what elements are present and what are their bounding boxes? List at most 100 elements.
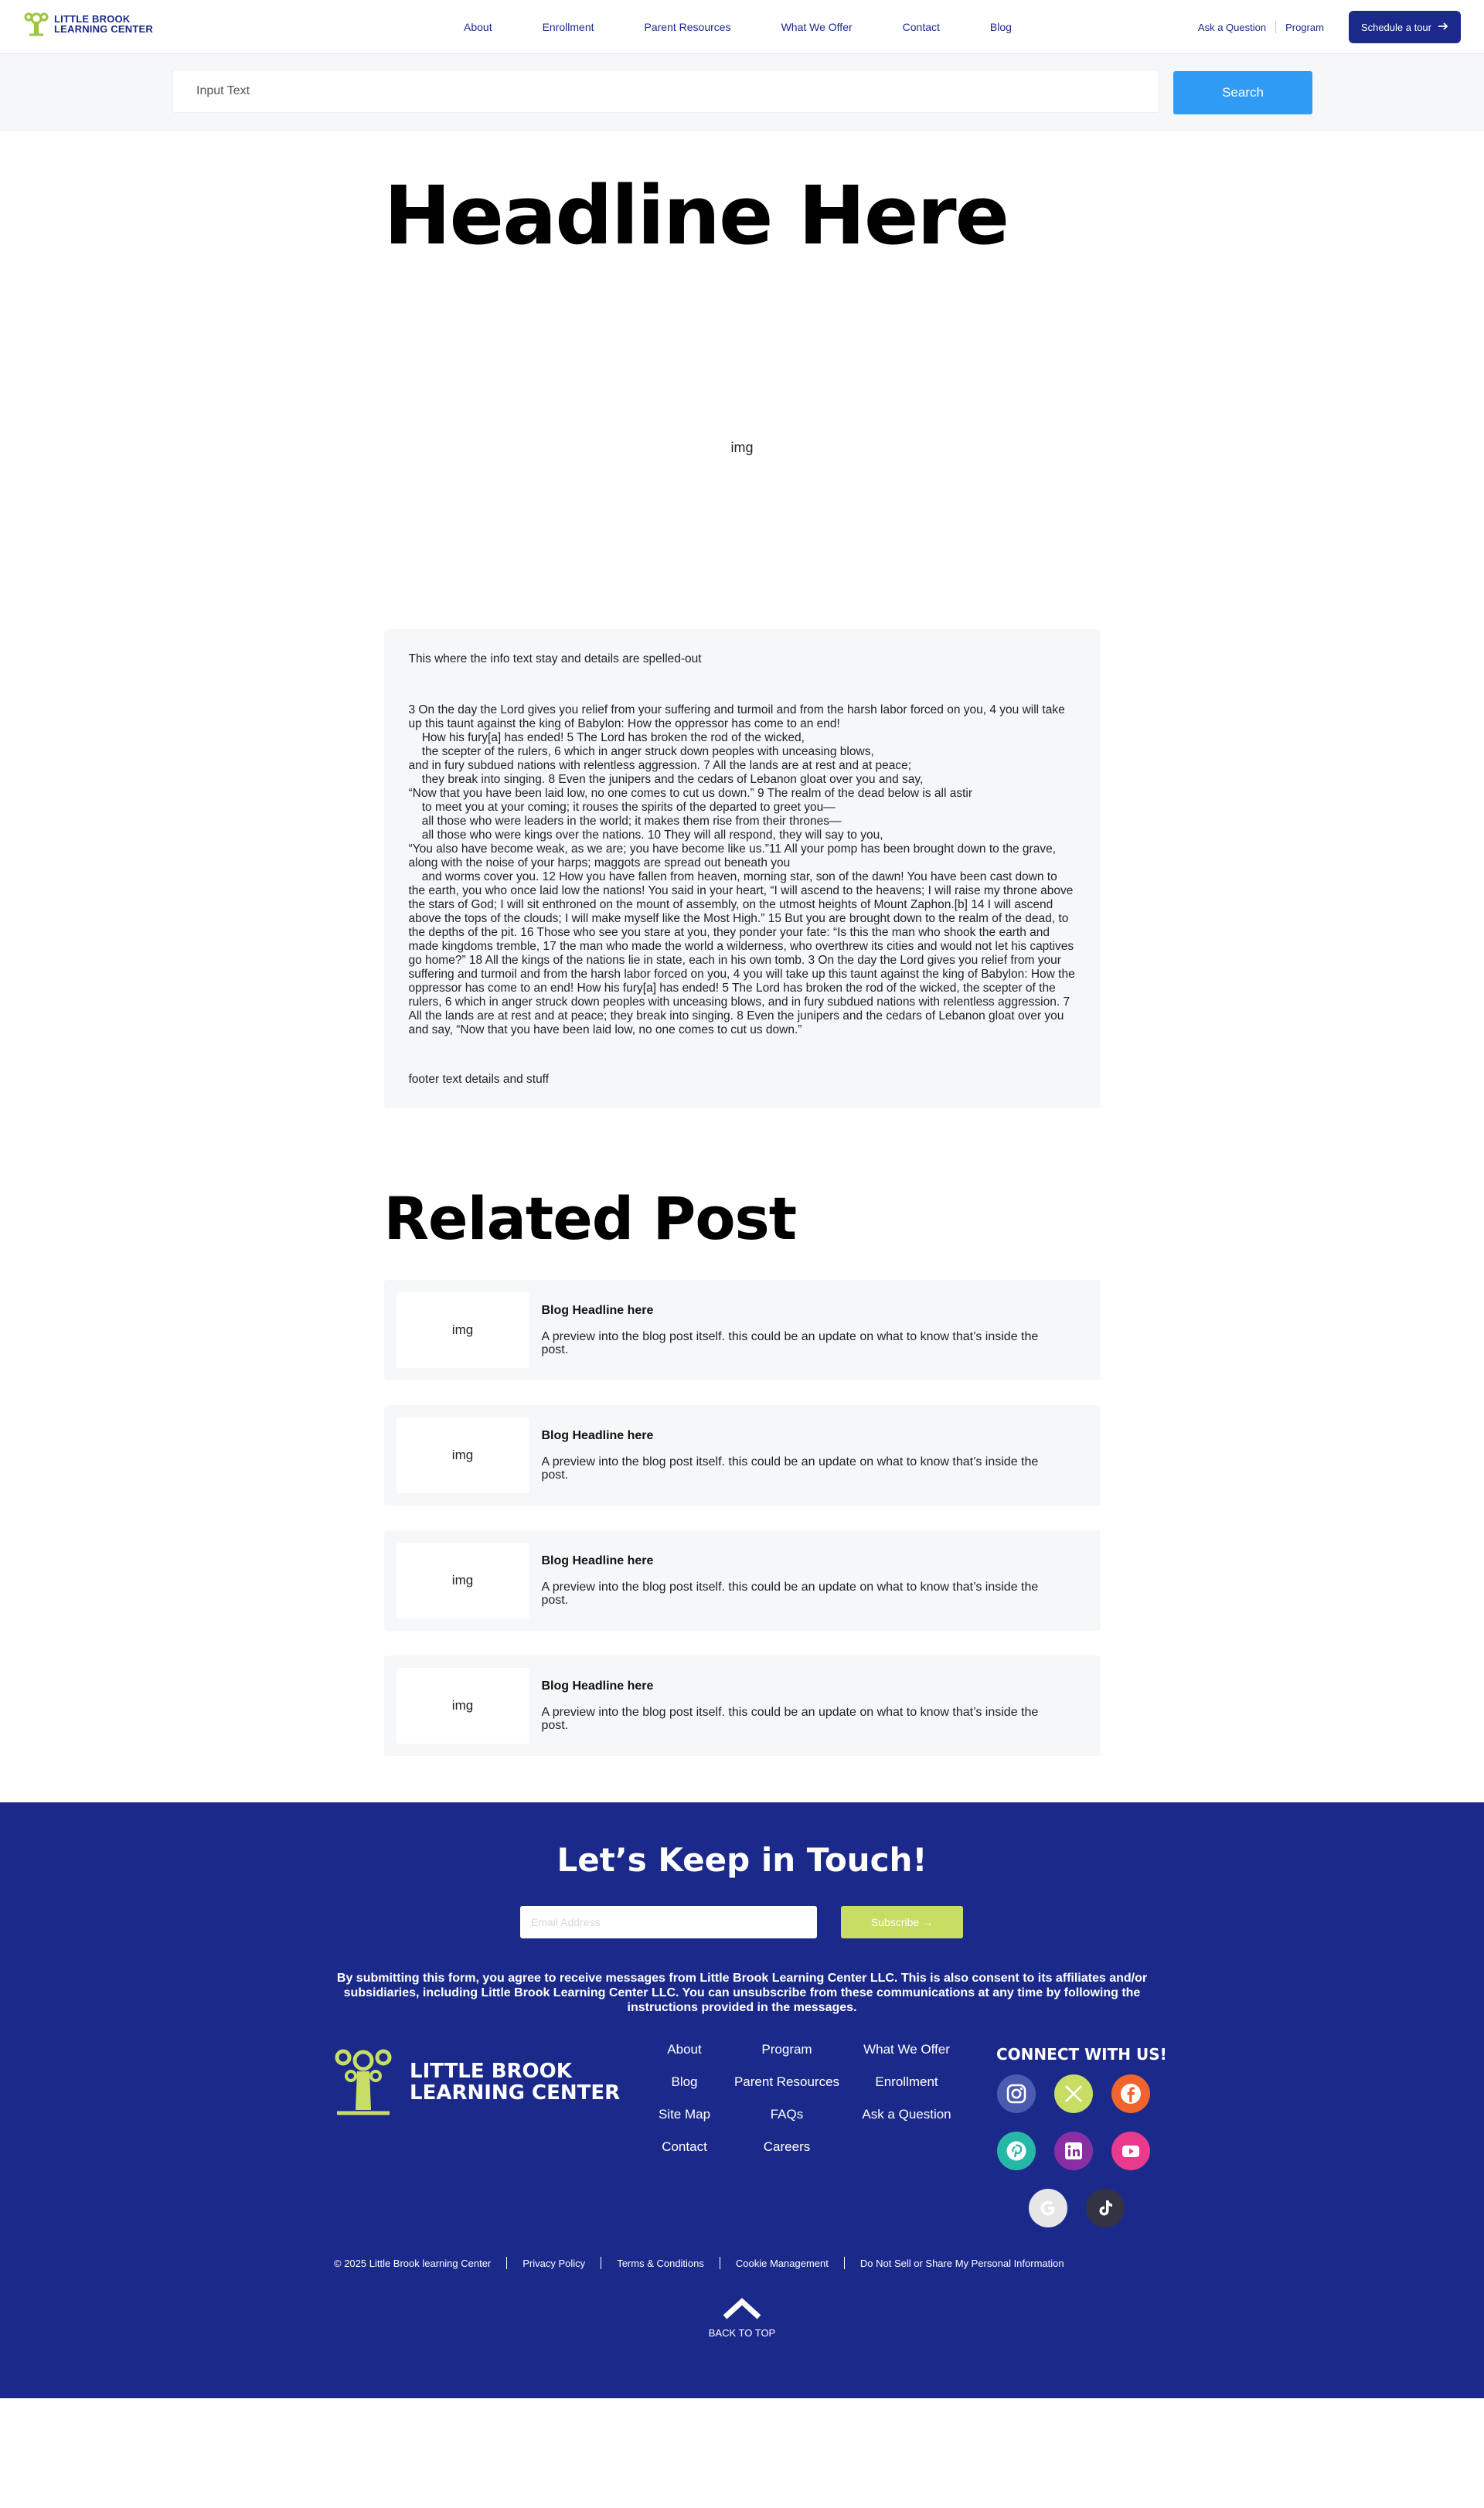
post-text: Blog Headline here A preview into the bl… — [542, 1429, 1052, 1482]
subscribe-button[interactable]: Subscribe → — [841, 1906, 963, 1938]
social-links — [997, 2074, 1156, 2246]
footer-logo-line-2: LEARNING CENTER — [410, 2081, 621, 2105]
terms-link[interactable]: Terms & Conditions — [617, 2258, 704, 2269]
nav-what-we-offer[interactable]: What We Offer — [781, 21, 853, 33]
related-post-card[interactable]: img Blog Headline here A preview into th… — [383, 1405, 1101, 1506]
related-post-card[interactable]: img Blog Headline here A preview into th… — [383, 1280, 1101, 1380]
arrow-right-icon: → — [922, 1916, 934, 1928]
footer-link-parent-resources[interactable]: Parent Resources — [721, 2074, 853, 2107]
post-description: A preview into the blog post itself. thi… — [541, 1706, 1039, 1732]
post-text: Blog Headline here A preview into the bl… — [542, 1679, 1052, 1732]
footer-link-program[interactable]: Program — [721, 2042, 853, 2074]
chevron-up-icon — [722, 2297, 762, 2323]
post-image-label: img — [451, 1448, 474, 1462]
back-to-top-label: BACK TO TOP — [708, 2327, 776, 2339]
newsletter-title: Let’s Keep in Touch! — [556, 1841, 928, 1879]
nav-parent-resources[interactable]: Parent Resources — [645, 21, 731, 33]
consent-text: By submitting this form, you agree to re… — [336, 1972, 1148, 2014]
privacy-policy-link[interactable]: Privacy Policy — [522, 2258, 585, 2269]
email-field[interactable] — [520, 1906, 817, 1938]
tree-logo-icon — [328, 2043, 399, 2121]
related-post-card[interactable]: img Blog Headline here A preview into th… — [383, 1656, 1101, 1756]
site-footer: Let’s Keep in Touch! Subscribe → By subm… — [0, 1802, 1484, 2398]
related-title: Related Post — [383, 1184, 798, 1253]
search-band: Search — [0, 54, 1484, 131]
info-footer: footer text details and stuff — [408, 1073, 550, 1086]
arrow-right-icon — [1438, 22, 1448, 33]
footer-link-ask-question[interactable]: Ask a Question — [853, 2107, 961, 2139]
hero-image-label: img — [730, 439, 754, 455]
post-title[interactable]: Blog Headline here — [542, 1304, 1052, 1318]
post-title[interactable]: Blog Headline here — [542, 1679, 1052, 1693]
youtube-icon[interactable] — [1111, 2132, 1150, 2170]
related-post-card[interactable]: img Blog Headline here A preview into th… — [383, 1530, 1101, 1631]
post-image: img — [396, 1417, 529, 1493]
nav-about[interactable]: About — [464, 21, 492, 33]
info-card: This where the info text stay and detail… — [383, 629, 1101, 1108]
footer-link-blog[interactable]: Blog — [648, 2074, 721, 2107]
tiktok-icon[interactable] — [1086, 2189, 1125, 2227]
post-image-label: img — [451, 1573, 474, 1587]
post-title[interactable]: Blog Headline here — [542, 1554, 1052, 1568]
footer-link-site-map[interactable]: Site Map — [648, 2107, 721, 2139]
footer-links: About Program What We Offer Blog Parent … — [648, 2042, 961, 2172]
legal-links: © 2025 Little Brook learning Center Priv… — [334, 2257, 1064, 2269]
utility-divider — [1275, 21, 1277, 33]
footer-logo-line-1: LITTLE BROOK — [410, 2060, 572, 2083]
main-content: Headline Here img This where the info te… — [383, 165, 1101, 1756]
info-intro: This where the info text stay and detail… — [408, 652, 702, 665]
footer-link-about[interactable]: About — [648, 2042, 721, 2074]
logo-text: LITTLE BROOK LEARNING CENTER — [54, 14, 153, 34]
schedule-tour-button[interactable]: Schedule a tour — [1348, 11, 1461, 43]
related-post-list: img Blog Headline here A preview into th… — [383, 1280, 1101, 1756]
program-link[interactable]: Program — [1285, 22, 1324, 33]
site-header: LITTLE BROOK LEARNING CENTER About Enrol… — [0, 0, 1484, 54]
footer-link-careers[interactable]: Careers — [721, 2139, 853, 2172]
post-title[interactable]: Blog Headline here — [542, 1429, 1052, 1443]
post-image-label: img — [451, 1322, 474, 1337]
page-title: Headline Here — [383, 168, 1010, 263]
post-description: A preview into the blog post itself. thi… — [541, 1330, 1039, 1356]
linkedin-icon[interactable] — [1054, 2132, 1093, 2170]
post-image: img — [396, 1292, 529, 1368]
main-nav: About Enrollment Parent Resources What W… — [464, 0, 1062, 54]
info-body: 3 On the day the Lord gives you relief f… — [408, 703, 1075, 1036]
logo-line-2: LEARNING CENTER — [54, 23, 153, 35]
legal-divider — [843, 2257, 845, 2269]
do-not-sell-link[interactable]: Do Not Sell or Share My Personal Informa… — [860, 2258, 1064, 2269]
footer-link-enrollment[interactable]: Enrollment — [853, 2074, 961, 2107]
post-description: A preview into the blog post itself. thi… — [541, 1455, 1039, 1482]
footer-link-what-we-offer[interactable]: What We Offer — [853, 2042, 961, 2074]
post-description: A preview into the blog post itself. thi… — [541, 1581, 1039, 1607]
schedule-tour-label: Schedule a tour — [1360, 21, 1431, 33]
utility-nav: Ask a Question Program Schedule a tour — [1198, 0, 1461, 54]
cookie-management-link[interactable]: Cookie Management — [736, 2258, 829, 2269]
subscribe-label: Subscribe — [870, 1916, 920, 1928]
search-button[interactable]: Search — [1173, 71, 1312, 114]
x-icon[interactable] — [1054, 2074, 1093, 2113]
copyright-text: © 2025 Little Brook learning Center — [334, 2257, 492, 2269]
tree-logo-icon — [23, 11, 49, 37]
connect-heading: CONNECT WITH US! — [996, 2045, 1167, 2064]
post-image: img — [396, 1543, 529, 1618]
search-input[interactable] — [172, 70, 1159, 113]
ask-question-link[interactable]: Ask a Question — [1198, 22, 1266, 33]
footer-logo-text: LITTLE BROOK LEARNING CENTER — [410, 2061, 620, 2104]
footer-logo[interactable]: LITTLE BROOK LEARNING CENTER — [328, 2043, 620, 2121]
post-image-label: img — [451, 1698, 474, 1713]
legal-divider — [506, 2257, 508, 2269]
footer-link-faqs[interactable]: FAQs — [721, 2107, 853, 2139]
nav-contact[interactable]: Contact — [903, 21, 940, 33]
instagram-icon[interactable] — [997, 2074, 1036, 2113]
post-image: img — [396, 1668, 529, 1744]
post-text: Blog Headline here A preview into the bl… — [542, 1554, 1052, 1607]
google-icon[interactable] — [1029, 2189, 1067, 2227]
nav-blog[interactable]: Blog — [990, 21, 1012, 33]
pinterest-icon[interactable] — [997, 2132, 1036, 2170]
back-to-top-button[interactable]: BACK TO TOP — [0, 2297, 1484, 2339]
hero-image: img — [384, 266, 1101, 629]
facebook-icon[interactable] — [1111, 2074, 1150, 2113]
site-logo[interactable]: LITTLE BROOK LEARNING CENTER — [23, 11, 153, 37]
footer-link-contact[interactable]: Contact — [648, 2139, 721, 2172]
nav-enrollment[interactable]: Enrollment — [543, 21, 594, 33]
